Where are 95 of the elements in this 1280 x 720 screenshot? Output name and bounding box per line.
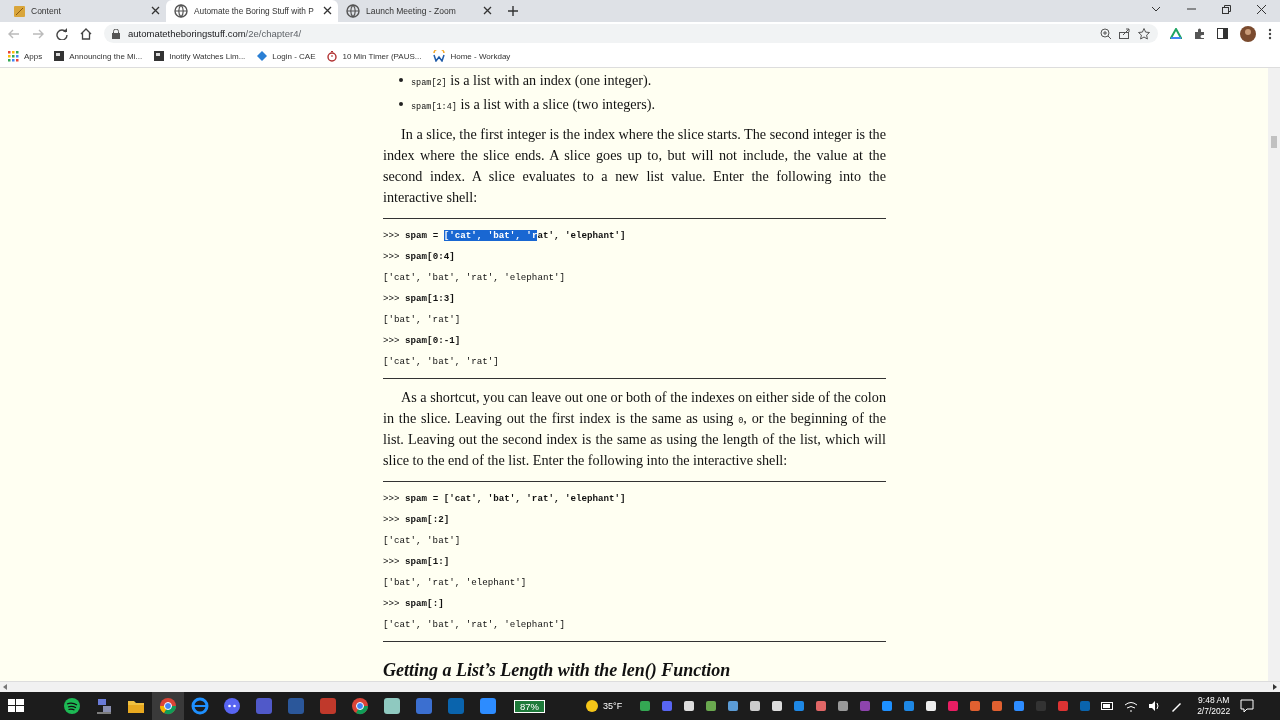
code-output-line: ['cat', 'bat', 'rat'] bbox=[383, 355, 500, 369]
bookmark-item[interactable]: Login - CAE bbox=[257, 51, 316, 61]
speaker-icon[interactable] bbox=[1148, 700, 1161, 712]
music-app-icon[interactable] bbox=[63, 697, 81, 715]
tray-icon[interactable] bbox=[727, 700, 740, 712]
code-output-line: ['cat', 'bat', 'rat', 'elephant'] bbox=[383, 618, 566, 632]
code-input-line: >>> spam = ['cat', 'bat', 'rat', 'elephant'] bbox=[383, 492, 627, 506]
code-output-line: ['cat', 'bat'] bbox=[383, 534, 462, 548]
new-tab-icon[interactable] bbox=[508, 6, 518, 16]
stopwatch-icon bbox=[327, 50, 338, 62]
computer-app-icon[interactable] bbox=[415, 697, 433, 715]
list-item-text: spam[2] is a list with an index (one integer). bbox=[411, 71, 652, 90]
tray-icon[interactable] bbox=[705, 700, 718, 712]
clock[interactable]: 9:48 AM 2/7/2022 bbox=[1197, 695, 1231, 717]
video-app-icon[interactable] bbox=[479, 697, 497, 715]
avatar-icon[interactable] bbox=[1240, 25, 1256, 42]
diamond-icon bbox=[257, 51, 268, 61]
browser-icon[interactable] bbox=[159, 697, 177, 715]
code-input-line: >>> spam[:] bbox=[383, 597, 445, 611]
code-output-line: ['bat', 'rat'] bbox=[383, 313, 462, 327]
bookmark-item[interactable]: Announcing the Mi... bbox=[54, 51, 143, 61]
square-icon bbox=[54, 51, 65, 61]
bookmark-item[interactable]: 10 Min Timer (PAUS... bbox=[327, 50, 422, 62]
reload-icon[interactable] bbox=[56, 27, 68, 40]
battery-percentage: 87% bbox=[514, 699, 545, 713]
body-paragraph: As a shortcut, you can leave out one or both of the indexes on either side of the colon in the slice. Leaving out the first index is the same as using 0, or the beginning of the list. Leaving out the second index is the same as using the length of the list, which will slice to the end of the list. Enter the following into the interactive shell: bbox=[383, 388, 886, 470]
pen-icon[interactable] bbox=[1170, 700, 1183, 712]
code-input-line: >>> spam[0:4] bbox=[383, 250, 456, 264]
zoom-in-icon[interactable] bbox=[1100, 28, 1111, 39]
star-icon[interactable] bbox=[1138, 27, 1150, 40]
workday-logo-icon bbox=[433, 50, 446, 62]
windows-logo-icon[interactable] bbox=[7, 697, 25, 715]
triangle-icon[interactable] bbox=[1170, 27, 1182, 40]
notification-icon[interactable] bbox=[1240, 699, 1255, 713]
bullet-dot bbox=[399, 102, 403, 106]
puzzle-icon[interactable] bbox=[1194, 27, 1205, 40]
code-input-line: >>> spam[0:-1] bbox=[383, 334, 462, 348]
horizontal-scrollbar[interactable] bbox=[0, 681, 1280, 692]
tray-icon[interactable] bbox=[837, 700, 850, 712]
url-text: automatetheboringstuff.com/2e/chapter4/ bbox=[128, 28, 302, 39]
browser-tab[interactable]: Launch Meeting - Zoom bbox=[338, 0, 498, 22]
more-icon[interactable] bbox=[1268, 27, 1272, 40]
code-input-line: >>> spam[1:] bbox=[383, 555, 451, 569]
tray-icon[interactable] bbox=[683, 700, 696, 712]
scroll-right-icon[interactable] bbox=[1273, 684, 1277, 690]
section-heading: Getting a List’s Length with the len() Function bbox=[383, 660, 732, 681]
list-item-text: spam[1:4] is a list with a slice (two integers). bbox=[411, 95, 656, 114]
apps-grid-icon bbox=[8, 50, 19, 62]
sidebar-icon[interactable] bbox=[1217, 28, 1228, 39]
tray-icon[interactable] bbox=[639, 700, 652, 712]
code-input-line: >>> spam = ['cat', 'bat', 'rat', 'elephant'] bbox=[383, 229, 627, 243]
lock-icon bbox=[112, 28, 120, 39]
bookmark-item[interactable]: Inotify Watches Lim... bbox=[154, 51, 246, 61]
scroll-left-icon[interactable] bbox=[3, 684, 7, 690]
globe-icon bbox=[174, 4, 188, 18]
bookmark-item[interactable]: Apps bbox=[8, 50, 43, 62]
code-input-line: >>> spam[:2] bbox=[383, 513, 451, 527]
e-browser-icon[interactable] bbox=[191, 697, 209, 715]
tray-icon[interactable] bbox=[925, 700, 938, 712]
document-icon bbox=[14, 5, 25, 17]
code-output-line: ['cat', 'bat', 'rat', 'elephant'] bbox=[383, 271, 566, 285]
close-icon[interactable] bbox=[1257, 4, 1266, 14]
address-bar[interactable]: automatetheboringstuff.com/2e/chapter4/ bbox=[104, 24, 1158, 43]
mail-app-icon[interactable] bbox=[447, 697, 465, 715]
bullet-dot bbox=[399, 78, 403, 82]
square-icon bbox=[154, 51, 165, 61]
battery-icon[interactable] bbox=[1101, 701, 1115, 711]
sun-icon bbox=[585, 699, 599, 713]
browser-icon[interactable] bbox=[351, 697, 369, 715]
share-icon[interactable] bbox=[1119, 28, 1130, 39]
close-icon[interactable] bbox=[323, 6, 332, 15]
vertical-scrollbar[interactable] bbox=[1268, 68, 1280, 681]
browser-tab[interactable]: Automate the Boring Stuff with P bbox=[166, 0, 338, 22]
word-app-icon[interactable] bbox=[287, 697, 305, 715]
wifi-icon[interactable] bbox=[1124, 700, 1139, 712]
home-icon[interactable] bbox=[80, 27, 92, 40]
close-icon[interactable] bbox=[151, 6, 160, 15]
code-output-line: ['bat', 'rat', 'elephant'] bbox=[383, 576, 528, 590]
body-paragraph: In a slice, the first integer is the index where the slice starts. The second integer is the index where the slice ends. A slice goes up to, but will not include, the value at the second index. A slice evaluates to a new list value. Enter the following into the interactive shell: bbox=[383, 125, 886, 207]
notepad-app-icon[interactable] bbox=[383, 697, 401, 715]
chevron-down-icon[interactable] bbox=[1151, 4, 1161, 13]
browser-tab[interactable]: Content bbox=[6, 0, 166, 22]
tray-icon[interactable] bbox=[771, 700, 784, 712]
globe-icon bbox=[346, 4, 360, 18]
scrollbar-thumb[interactable] bbox=[1271, 136, 1277, 148]
tray-icon[interactable] bbox=[749, 700, 762, 712]
code-input-line: >>> spam[1:3] bbox=[383, 292, 456, 306]
temperature-text: 35°F bbox=[603, 701, 623, 711]
chat-app-icon[interactable] bbox=[223, 697, 241, 715]
restore-icon[interactable] bbox=[1222, 4, 1231, 14]
bookmark-item[interactable]: Home - Workday bbox=[433, 50, 511, 62]
voice-app-icon[interactable] bbox=[319, 697, 337, 715]
teams-app-icon[interactable] bbox=[255, 697, 273, 715]
network-app-icon[interactable] bbox=[95, 697, 113, 715]
close-icon[interactable] bbox=[483, 6, 492, 15]
